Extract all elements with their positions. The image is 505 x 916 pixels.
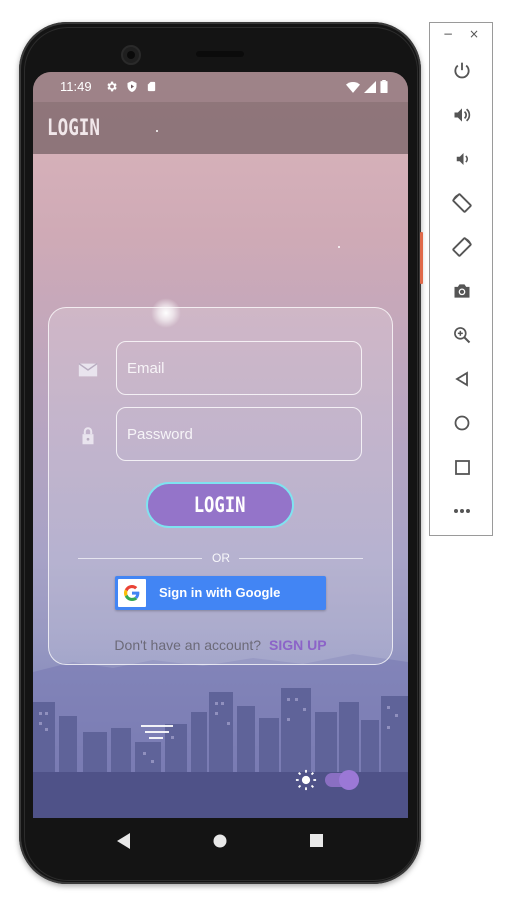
or-divider: OR — [78, 551, 363, 565]
volume-down-icon[interactable] — [450, 147, 474, 171]
recents-icon[interactable] — [310, 834, 323, 847]
emulator-toolbar: − × — [429, 22, 493, 536]
front-camera — [121, 45, 141, 65]
play-protect-icon — [127, 81, 137, 92]
minimize-button[interactable]: − — [443, 27, 453, 41]
rotate-right-icon[interactable] — [450, 235, 474, 259]
close-button[interactable]: × — [469, 27, 479, 41]
camera-icon[interactable] — [450, 279, 474, 303]
app-bar: LOGIN — [33, 102, 408, 154]
google-sign-in-button[interactable]: Sign in with Google — [115, 576, 326, 610]
or-text: OR — [212, 551, 230, 565]
star — [156, 130, 158, 132]
earpiece-speaker — [196, 51, 244, 57]
status-bar: 11:49 — [33, 72, 408, 102]
page-title: LOGIN — [47, 116, 100, 141]
divider-line — [78, 558, 202, 559]
status-time: 11:49 — [60, 79, 92, 94]
divider-line — [239, 558, 363, 559]
app-screen: 11:49 LOGIN Email LOGIN OR Sign in with … — [33, 72, 408, 818]
signup-prompt: Don't have an account? — [114, 637, 262, 653]
overview-icon[interactable] — [450, 455, 474, 479]
system-nav-bar — [33, 818, 408, 864]
login-card: LOGIN OR Sign in with Google Don't have … — [48, 307, 393, 665]
power-button-highlight — [420, 232, 423, 284]
sun-icon — [295, 769, 317, 791]
theme-toggle[interactable] — [295, 767, 395, 793]
login-button-label: LOGIN — [194, 493, 246, 517]
home-icon[interactable] — [213, 834, 227, 848]
password-field[interactable] — [116, 407, 362, 461]
email-row — [49, 341, 392, 397]
signal-icon — [364, 80, 376, 93]
toggle-thumb — [339, 770, 359, 790]
back-icon[interactable] — [117, 833, 131, 849]
back-icon[interactable] — [450, 367, 474, 391]
google-logo-icon — [118, 579, 146, 607]
rotate-left-icon[interactable] — [450, 191, 474, 215]
email-field[interactable] — [116, 341, 362, 395]
power-icon[interactable] — [450, 59, 474, 83]
gear-icon — [107, 81, 117, 92]
lock-icon — [82, 427, 94, 445]
sd-card-icon — [147, 81, 156, 92]
volume-up-icon[interactable] — [450, 103, 474, 127]
mail-icon — [78, 362, 98, 377]
battery-icon — [380, 80, 388, 93]
zoom-in-icon[interactable] — [450, 323, 474, 347]
home-icon[interactable] — [450, 411, 474, 435]
signup-row: Don't have an account? SIGN UP — [49, 637, 392, 653]
signup-link[interactable]: SIGN UP — [269, 637, 327, 653]
login-button[interactable]: LOGIN — [146, 482, 294, 528]
wifi-icon — [346, 81, 360, 93]
star — [338, 246, 340, 248]
moon-icon — [374, 771, 383, 789]
more-icon[interactable] — [450, 499, 474, 523]
password-row — [49, 407, 392, 463]
google-button-label: Sign in with Google — [159, 585, 281, 600]
